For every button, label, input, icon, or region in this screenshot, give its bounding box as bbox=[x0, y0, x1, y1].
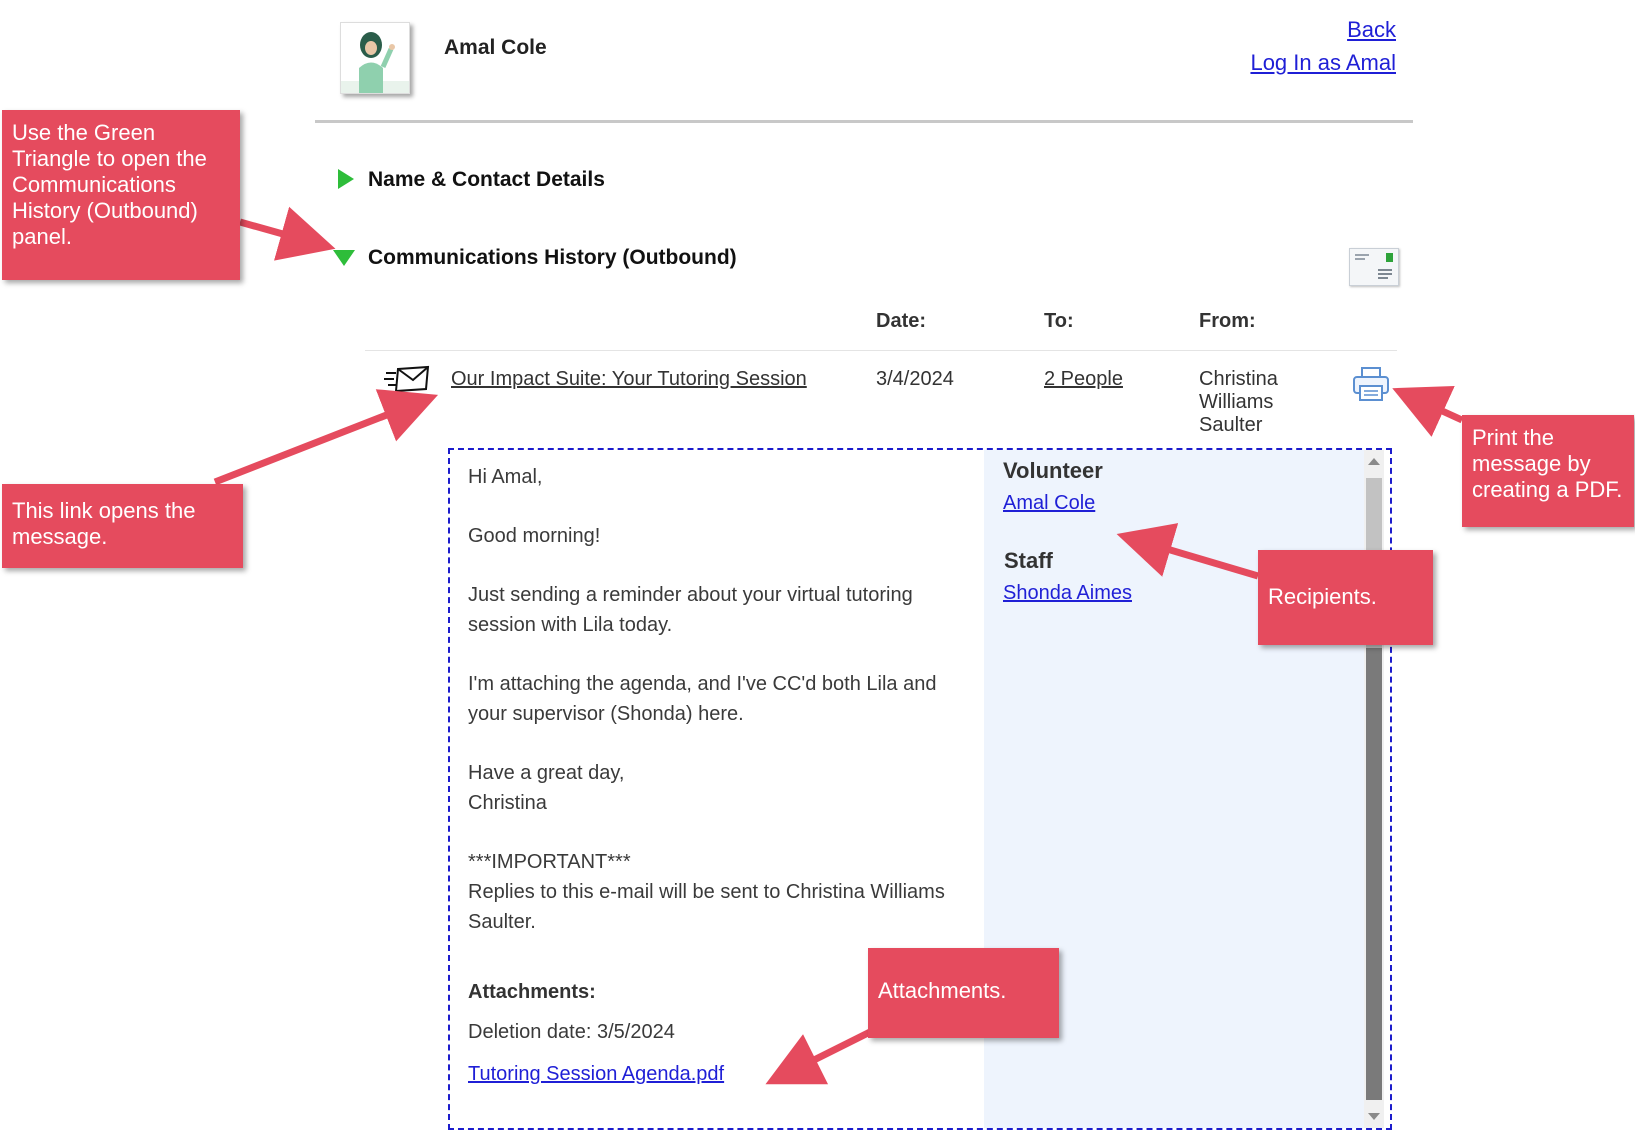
arrow-to-attachments bbox=[765, 1028, 872, 1085]
arrow-to-triangle bbox=[239, 206, 336, 261]
arrow-to-link bbox=[213, 389, 439, 486]
callout-triangle: Use the Green Triangle to open the Commu… bbox=[2, 110, 240, 280]
callout-attachments: Attachments. bbox=[868, 948, 1059, 1038]
arrow-to-recipients bbox=[1116, 523, 1259, 580]
callout-recipients: Recipients. bbox=[1258, 550, 1433, 645]
callout-print: Print the message by creating a PDF. bbox=[1462, 415, 1634, 527]
callout-link: This link opens the message. bbox=[2, 484, 243, 568]
arrow-to-print bbox=[1392, 385, 1464, 437]
